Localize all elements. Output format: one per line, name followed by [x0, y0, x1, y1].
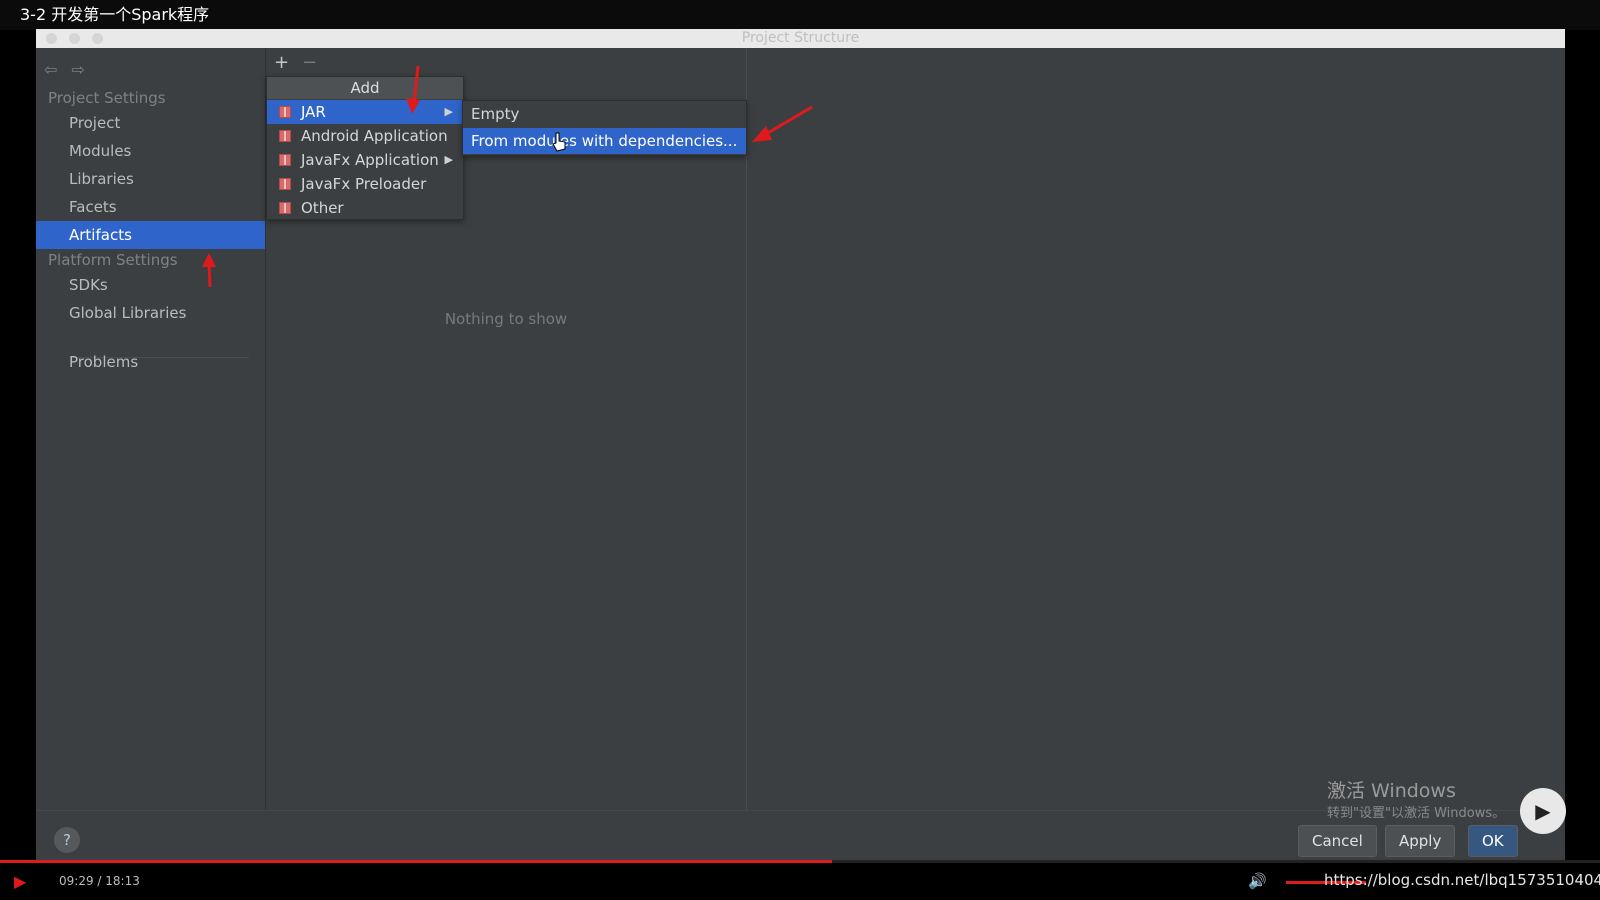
menu-item-other[interactable]: Other [267, 196, 463, 220]
jar-submenu: Empty From modules with dependencies... [462, 100, 747, 156]
close-window-button[interactable] [46, 33, 57, 44]
sidebar-item-artifacts[interactable]: Artifacts [36, 221, 265, 249]
menu-item-label: JavaFx Application [301, 151, 439, 169]
window-title: Project Structure [741, 30, 860, 46]
artifact-icon [279, 106, 291, 118]
menu-item-label: JAR [301, 103, 326, 121]
sidebar-item-facets[interactable]: Facets [36, 193, 265, 221]
blog-url-watermark: https://blog.csdn.net/lbq1573510404 [1324, 871, 1600, 889]
empty-list-message: Nothing to show [444, 310, 568, 328]
help-button[interactable]: ? [54, 827, 80, 853]
add-artifact-menu: Add JAR ▶ Android Application JavaFx App… [266, 76, 464, 220]
video-controls: ▶ 09:29 / 18:13 🔊 https://blog.csdn.net/… [0, 863, 1600, 900]
submenu-item-from-modules[interactable]: From modules with dependencies... [463, 128, 746, 154]
menu-item-android-application[interactable]: Android Application [267, 124, 463, 148]
minimize-window-button[interactable] [69, 33, 80, 44]
ok-button[interactable]: OK [1468, 825, 1518, 857]
menu-item-javafx-preloader[interactable]: JavaFx Preloader [267, 172, 463, 196]
settings-sidebar: ⇦ ⇨ Project Settings Project Modules Libr… [36, 48, 266, 810]
sidebar-item-libraries[interactable]: Libraries [36, 165, 265, 193]
submenu-arrow-icon: ▶ [444, 153, 453, 166]
video-title: 3-2 开发第一个Spark程序 [0, 0, 1600, 30]
nav-arrows: ⇦ ⇨ [44, 60, 99, 79]
artifact-icon [279, 154, 291, 166]
sidebar-item-problems[interactable]: Problems [36, 348, 265, 376]
artifact-icon [279, 178, 291, 190]
activate-windows-hint: 转到"设置"以激活 Windows。 [1327, 806, 1506, 821]
platform-settings-heading: Platform Settings [48, 251, 178, 269]
window-titlebar: Project Structure [36, 29, 1565, 48]
menu-item-javafx-application[interactable]: JavaFx Application ▶ [267, 148, 463, 172]
add-artifact-button[interactable]: + [274, 52, 289, 73]
back-arrow-icon[interactable]: ⇦ [44, 60, 57, 79]
add-menu-header: Add [267, 77, 463, 99]
remove-artifact-button[interactable]: − [302, 52, 317, 73]
forward-arrow-icon[interactable]: ⇨ [71, 60, 84, 79]
menu-item-label: Other [301, 199, 344, 217]
menu-item-label: Android Application [301, 127, 448, 145]
artifact-icon [279, 130, 291, 142]
cancel-button[interactable]: Cancel [1298, 825, 1377, 857]
zoom-window-button[interactable] [92, 33, 103, 44]
project-structure-window: Project Structure ⇦ ⇨ Project Settings Pr… [36, 29, 1565, 863]
activate-windows-title: 激活 Windows [1327, 780, 1456, 802]
menu-item-label: JavaFx Preloader [301, 175, 427, 193]
artifact-details-panel [747, 48, 1565, 810]
play-icon[interactable]: ▶ [14, 872, 26, 891]
sidebar-item-global-libraries[interactable]: Global Libraries [36, 299, 265, 327]
sidebar-item-project[interactable]: Project [36, 109, 265, 137]
large-play-icon[interactable]: ▶ [1520, 788, 1566, 834]
video-time: 09:29 / 18:13 [59, 874, 140, 888]
artifact-icon [279, 202, 291, 214]
submenu-arrow-icon: ▶ [444, 105, 453, 118]
project-settings-heading: Project Settings [48, 89, 166, 107]
apply-button[interactable]: Apply [1385, 825, 1456, 857]
sidebar-item-sdks[interactable]: SDKs [36, 271, 265, 299]
submenu-item-empty[interactable]: Empty [463, 101, 746, 127]
menu-item-jar[interactable]: JAR ▶ [267, 100, 463, 124]
sidebar-item-modules[interactable]: Modules [36, 137, 265, 165]
volume-icon[interactable]: 🔊 [1248, 872, 1267, 890]
